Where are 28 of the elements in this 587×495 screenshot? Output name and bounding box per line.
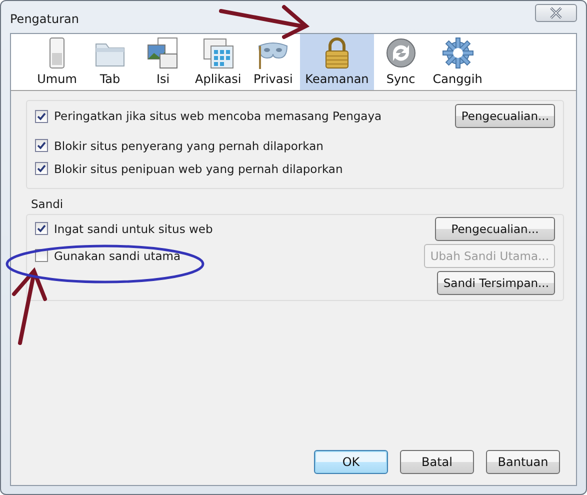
checkbox[interactable]: [35, 139, 48, 152]
group-title: Sandi: [31, 197, 64, 211]
option-label: Peringatkan jika situs web mencoba memasang Pengaya: [54, 109, 383, 123]
checkbox[interactable]: [35, 222, 48, 235]
option-label: Blokir situs penyerang yang pernah dilaporkan: [54, 138, 324, 152]
exceptions-button[interactable]: Pengecualian...: [455, 104, 555, 128]
close-button[interactable]: [535, 4, 577, 22]
checkbox[interactable]: [35, 110, 48, 122]
toolbar-tab[interactable]: Privasi: [247, 34, 300, 90]
checkbox[interactable]: [35, 162, 48, 175]
option-label: Blokir situs penipuan web yang pernah dilaporkan: [54, 162, 344, 176]
toolbar-tab[interactable]: Canggih: [428, 34, 488, 90]
toolbar-tab[interactable]: Aplikasi: [190, 34, 246, 90]
toolbar-tab[interactable]: Sync: [374, 34, 427, 90]
dialog-button[interactable]: Batal: [400, 450, 474, 474]
toolbar-tab[interactable]: Umum: [31, 34, 83, 90]
toolbar-tab[interactable]: Isi: [137, 34, 189, 90]
option-label: Ingat sandi untuk situs web: [54, 222, 214, 236]
toolbar-tab[interactable]: Keamanan: [300, 34, 374, 90]
window-grid-icon: [201, 36, 236, 70]
option-button[interactable]: Pengecualian...: [435, 216, 555, 240]
dialog-button[interactable]: Bantuan: [486, 450, 560, 474]
dialog-button[interactable]: OK: [314, 450, 388, 474]
close-icon: [549, 7, 563, 19]
option-label: Gunakan sandi utama: [54, 248, 182, 262]
saved-passwords-button[interactable]: Sandi Tersimpan...: [437, 270, 555, 294]
toolbar-tab[interactable]: Tab: [84, 34, 136, 90]
window-title: Pengaturan: [10, 12, 79, 26]
